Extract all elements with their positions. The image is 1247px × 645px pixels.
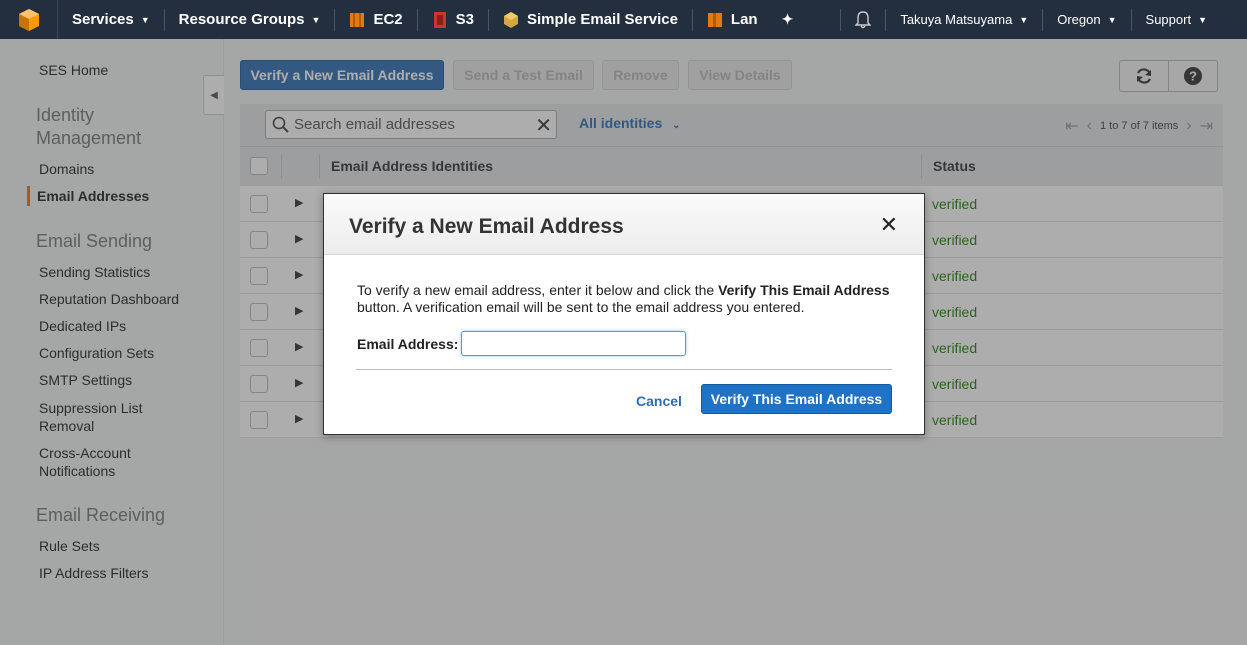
verify-email-dialog: Verify a New Email Address ✕ To verify a… bbox=[323, 193, 925, 435]
s3-icon bbox=[433, 11, 446, 28]
dialog-description-bold: Verify This Email Address bbox=[718, 282, 890, 298]
aws-cube-icon bbox=[18, 8, 39, 31]
cancel-button[interactable]: Cancel bbox=[636, 393, 682, 409]
verify-this-email-button[interactable]: Verify This Email Address bbox=[701, 384, 892, 414]
lambda-shortcut[interactable]: Lan bbox=[693, 0, 772, 39]
pin-shortcut-button[interactable]: ✦ bbox=[772, 0, 804, 39]
dialog-divider bbox=[356, 369, 892, 370]
bell-icon bbox=[855, 10, 872, 28]
region-menu[interactable]: Oregon ▼ bbox=[1043, 0, 1130, 39]
lambda-icon bbox=[707, 12, 722, 27]
ses-shortcut[interactable]: Simple Email Service bbox=[489, 0, 692, 39]
user-menu[interactable]: Takuya Matsuyama ▼ bbox=[886, 0, 1042, 39]
top-navigation-bar: Services ▼ Resource Groups ▼ EC2 S3 Simp… bbox=[0, 0, 1247, 39]
lambda-label: Lan bbox=[730, 11, 758, 28]
email-address-label: Email Address: bbox=[357, 336, 459, 352]
chevron-down-icon: ▼ bbox=[1198, 14, 1207, 25]
chevron-down-icon: ▼ bbox=[1107, 14, 1117, 25]
chevron-down-icon: ▼ bbox=[140, 14, 150, 25]
ec2-label: EC2 bbox=[373, 11, 403, 28]
s3-shortcut[interactable]: S3 bbox=[418, 0, 488, 39]
dialog-description: To verify a new email address, enter it … bbox=[357, 282, 902, 316]
ec2-shortcut[interactable]: EC2 bbox=[335, 0, 416, 39]
email-address-input[interactable] bbox=[461, 331, 686, 356]
dialog-header: Verify a New Email Address ✕ bbox=[324, 194, 924, 255]
resource-groups-label: Resource Groups bbox=[178, 11, 305, 28]
close-icon[interactable]: ✕ bbox=[880, 214, 898, 236]
aws-logo[interactable] bbox=[0, 0, 58, 39]
support-label: Support bbox=[1145, 12, 1192, 27]
nav-right-section: Takuya Matsuyama ▼ Oregon ▼ Support ▼ bbox=[840, 0, 1247, 39]
pin-icon: ✦ bbox=[781, 11, 794, 27]
support-menu[interactable]: Support ▼ bbox=[1132, 0, 1247, 39]
chevron-down-icon: ▼ bbox=[311, 14, 321, 25]
ses-icon bbox=[504, 11, 518, 28]
services-menu[interactable]: Services ▼ bbox=[58, 0, 164, 39]
user-name: Takuya Matsuyama bbox=[900, 12, 1013, 27]
ec2-icon bbox=[350, 12, 365, 27]
region-name: Oregon bbox=[1057, 12, 1101, 27]
s3-label: S3 bbox=[455, 11, 474, 28]
ses-label: Simple Email Service bbox=[527, 11, 678, 28]
resource-groups-menu[interactable]: Resource Groups ▼ bbox=[165, 0, 335, 39]
notifications-button[interactable] bbox=[841, 0, 885, 39]
services-label: Services bbox=[72, 11, 134, 28]
chevron-down-icon: ▼ bbox=[1019, 14, 1029, 25]
dialog-description-text-end: button. A verification email will be sen… bbox=[357, 299, 805, 315]
dialog-title: Verify a New Email Address bbox=[349, 215, 624, 238]
dialog-description-text: To verify a new email address, enter it … bbox=[357, 282, 719, 298]
